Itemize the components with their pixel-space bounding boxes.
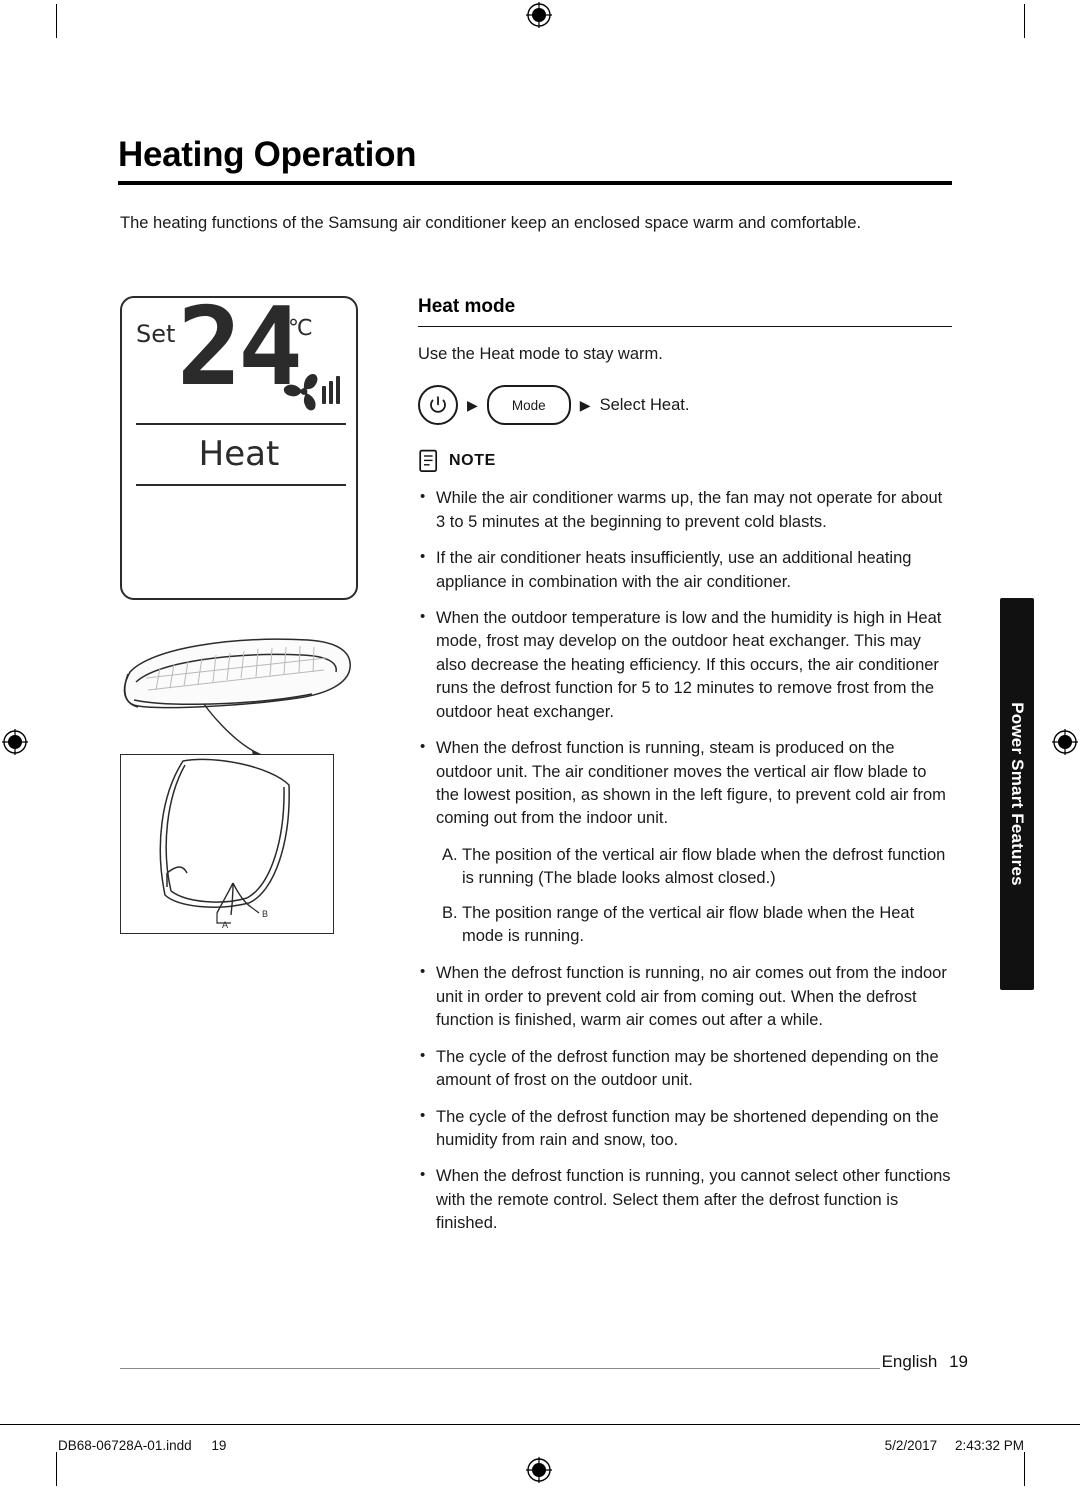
- list-item: When the defrost function is running, no…: [418, 961, 952, 1032]
- intro-paragraph: The heating functions of the Samsung air…: [120, 214, 862, 232]
- title-divider: [118, 180, 952, 185]
- display-divider-top: [136, 423, 346, 425]
- footer-language: English: [881, 1352, 938, 1371]
- crop-mark-bottom-right-v: [1024, 1452, 1025, 1486]
- note-document-icon: [418, 449, 440, 473]
- blade-position-sublist: A. The position of the vertical air flow…: [418, 844, 952, 949]
- fan-icon: [280, 370, 342, 416]
- power-button-icon[interactable]: [418, 385, 458, 426]
- air-flow-blade-diagram: A B: [120, 754, 334, 934]
- heat-mode-section: Heat mode Use the Heat mode to stay warm…: [418, 296, 952, 1249]
- crop-mark-bottom-left-v: [56, 1452, 57, 1486]
- print-time: 2:43:32 PM: [954, 1438, 1024, 1453]
- mode-button[interactable]: Mode: [486, 385, 571, 426]
- sublist-text-a: The position of the vertical air flow bl…: [462, 845, 946, 888]
- page-title: Heating Operation: [118, 135, 417, 174]
- list-item: When the defrost function is running, st…: [418, 736, 952, 831]
- display-unit-celsius: ℃: [288, 316, 313, 341]
- list-item: The cycle of the defrost function may be…: [418, 1105, 952, 1153]
- list-item: While the air conditioner warms up, the …: [418, 486, 952, 534]
- footer-divider: [120, 1368, 880, 1370]
- list-item: B. The position range of the vertical ai…: [418, 902, 952, 949]
- section-heading-divider: [418, 325, 952, 328]
- note-bullet-list-2: When the defrost function is running, no…: [418, 961, 952, 1235]
- note-bullet-list-1: While the air conditioner warms up, the …: [418, 486, 952, 831]
- footer-page-info: English 19: [882, 1352, 968, 1372]
- list-item: When the outdoor temperature is low and …: [418, 606, 952, 724]
- print-slug-left: DB68-06728A-01.indd 19: [58, 1438, 226, 1453]
- print-slug-right: 5/2/2017 2:43:32 PM: [885, 1438, 1024, 1453]
- step-sequence: ▶ Mode ▶ Select Heat.: [418, 385, 952, 426]
- sublist-text-b: The position range of the vertical air f…: [462, 903, 915, 946]
- step-result-text: Select Heat.: [599, 395, 690, 414]
- display-divider-bottom: [136, 484, 346, 486]
- page-title-block: Heating Operation: [118, 135, 952, 185]
- footer-page-number: 19: [949, 1352, 968, 1371]
- svg-text:B: B: [262, 909, 268, 919]
- chapter-side-tab: Power Smart Features: [1000, 598, 1034, 990]
- list-item: A. The position of the vertical air flow…: [418, 844, 952, 891]
- chapter-side-tab-label: Power Smart Features: [1008, 702, 1027, 886]
- indoor-unit-illustration: [112, 628, 362, 738]
- display-panel-figure: Set 24 ℃ Heat: [120, 294, 358, 600]
- list-item: If the air conditioner heats insufficien…: [418, 546, 952, 594]
- step-arrow-1: ▶: [467, 397, 478, 414]
- registration-mark-bottom: [526, 1457, 552, 1483]
- note-label: NOTE: [449, 452, 496, 470]
- list-item: The cycle of the defrost function may be…: [418, 1045, 952, 1093]
- sublist-label-a: A.: [442, 845, 458, 864]
- section-subtext: Use the Heat mode to stay warm.: [418, 345, 663, 364]
- registration-mark-right: [1052, 729, 1078, 755]
- section-heading: Heat mode: [418, 296, 516, 317]
- print-slug-divider: [0, 1424, 1080, 1425]
- list-item: When the defrost function is running, yo…: [418, 1164, 952, 1235]
- sublist-label-b: B.: [442, 903, 458, 922]
- crop-mark-top-left-v: [56, 4, 57, 38]
- registration-mark-left: [2, 729, 28, 755]
- svg-text:A: A: [222, 920, 228, 930]
- crop-mark-top-right-v: [1024, 4, 1025, 38]
- step-arrow-2: ▶: [579, 397, 591, 414]
- display-set-label: Set: [136, 320, 176, 348]
- print-page: 19: [211, 1438, 227, 1453]
- registration-mark-top: [526, 2, 552, 28]
- print-file-name: DB68-06728A-01.indd: [58, 1438, 192, 1453]
- display-mode-label: Heat: [198, 434, 280, 474]
- note-header: NOTE: [418, 449, 952, 473]
- page-canvas: Heating Operation The heating functions …: [0, 0, 1080, 1491]
- print-date: 5/2/2017: [884, 1438, 938, 1453]
